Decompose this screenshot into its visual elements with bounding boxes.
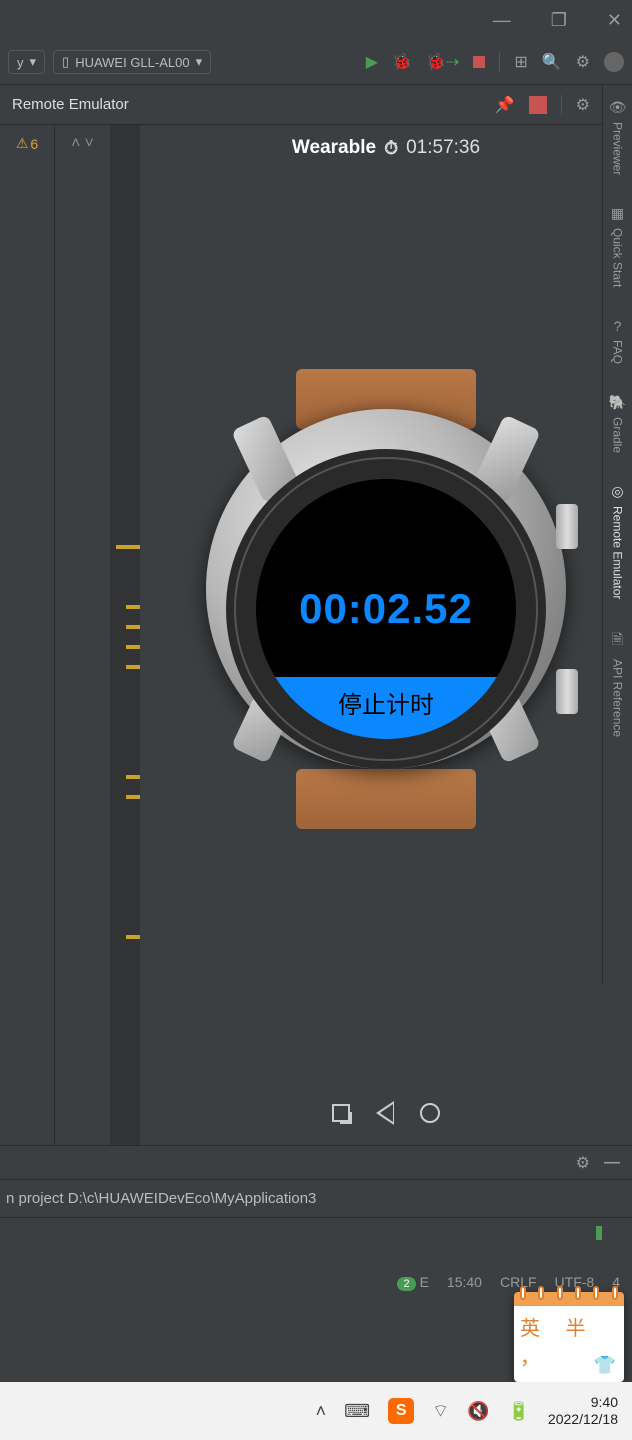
volume-muted-icon[interactable]: 🔇: [467, 1401, 489, 1422]
gear-icon[interactable]: ⚙: [576, 95, 590, 115]
phone-icon: ▯: [62, 54, 69, 70]
panel-title: Remote Emulator: [12, 96, 129, 113]
eye-icon: 👁: [609, 99, 627, 116]
progress-area: [0, 1217, 632, 1267]
next-highlight-button[interactable]: ˅: [85, 135, 94, 153]
chevron-down-icon: ▾: [196, 54, 203, 70]
keyboard-icon[interactable]: ⌨: [344, 1401, 370, 1422]
window-controls: — ❐ ✕: [0, 0, 632, 40]
tray-overflow-button[interactable]: ˄: [316, 1401, 327, 1422]
session-time: 01:57:36: [406, 137, 480, 159]
right-tool-sidebar: 👁Previewer ▦Quick Start ?FAQ 🐘Gradle ◎Re…: [602, 85, 632, 985]
panel-footer-tools: ⚙ —: [0, 1145, 632, 1179]
power-button[interactable]: [529, 96, 547, 114]
gradle-icon: 🐘: [609, 394, 626, 411]
tshirt-icon: 👕: [594, 1355, 616, 1376]
profile-avatar[interactable]: [604, 52, 624, 72]
warning-count: 6: [30, 136, 38, 152]
sogou-ime-icon[interactable]: S: [388, 1398, 414, 1424]
chevron-down-icon: ▾: [30, 54, 37, 70]
windows-taskbar: ˄ ⌨ S ⌔ 🔇 🔋 9:40 2022/12/18: [0, 1382, 632, 1440]
watch-crown-bottom[interactable]: [556, 669, 578, 714]
sidebar-gradle[interactable]: 🐘Gradle: [609, 394, 626, 453]
debug-attach-button[interactable]: 🐞⇢: [426, 52, 459, 72]
device-nav-bar: [332, 1101, 440, 1125]
device-header: Wearable ⏱ 01:57:36: [292, 137, 480, 159]
sidebar-faq[interactable]: ?FAQ: [611, 318, 625, 364]
marker: [126, 935, 140, 939]
clock-date: 2022/12/18: [548, 1411, 618, 1428]
gear-icon[interactable]: ⚙: [576, 1153, 590, 1173]
sync-icon[interactable]: ⊞: [514, 52, 527, 72]
emulator-icon: ◎: [611, 483, 623, 500]
marker: [126, 605, 140, 609]
marker: [126, 625, 140, 629]
close-button[interactable]: ✕: [607, 10, 622, 31]
prev-highlight-button[interactable]: ˄: [71, 135, 80, 153]
grid-icon: ▦: [611, 205, 624, 222]
battery-icon[interactable]: 🔋: [508, 1401, 530, 1422]
sidebar-remote-emulator[interactable]: ◎Remote Emulator: [611, 483, 625, 599]
stopwatch-display: 00:02.52: [299, 585, 473, 633]
emulator-panel-header: Remote Emulator 📌 ⚙ —: [0, 85, 632, 125]
search-icon[interactable]: 🔍: [542, 52, 562, 72]
nav-arrows: ˄ ˅: [55, 125, 110, 1145]
log-text: n project D:\c\HUAWEIDevEco\MyApplicatio…: [6, 1190, 316, 1207]
progress-indicator: [596, 1226, 602, 1240]
watch-case: 00:02.52 停止计时: [206, 409, 566, 769]
marker: [126, 795, 140, 799]
stop-button[interactable]: [473, 56, 485, 68]
recents-button[interactable]: [332, 1104, 350, 1122]
minimize-button[interactable]: —: [493, 10, 511, 31]
marker: [116, 545, 140, 549]
settings-icon[interactable]: ⚙: [576, 52, 590, 72]
sidebar-quick-start[interactable]: ▦Quick Start: [611, 205, 625, 287]
ime-widget[interactable]: 英 半 ， 👕: [514, 1292, 624, 1382]
editor-minimap[interactable]: [110, 125, 140, 1145]
config-label: y: [17, 55, 24, 70]
ime-mode-label: 英 半: [520, 1312, 618, 1341]
home-button[interactable]: [420, 1103, 440, 1123]
back-button[interactable]: [376, 1101, 394, 1125]
run-button[interactable]: ▶: [366, 52, 378, 72]
sidebar-api-reference[interactable]: 🗎API Reference: [611, 629, 625, 737]
problems-gutter: ⚠6: [0, 125, 55, 1145]
config-dropdown[interactable]: y ▾: [8, 50, 45, 74]
sidebar-previewer[interactable]: 👁Previewer: [609, 99, 627, 175]
marker: [126, 645, 140, 649]
build-log: n project D:\c\HUAWEIDevEco\MyApplicatio…: [0, 1179, 632, 1217]
maximize-button[interactable]: ❐: [551, 10, 567, 31]
device-label: HUAWEI GLL-AL00: [75, 55, 189, 70]
event-log-button[interactable]: 2E: [397, 1274, 428, 1290]
event-count-badge: 2: [397, 1277, 415, 1291]
timer-icon: ⏱: [384, 138, 398, 159]
main-content: ⚠6 ˄ ˅ Wearable ⏱ 01:57:36: [0, 125, 632, 1145]
watch-device: 00:02.52 停止计时: [206, 389, 566, 809]
stop-timer-button[interactable]: 停止计时: [256, 677, 516, 739]
collapse-button[interactable]: —: [604, 1154, 620, 1172]
main-toolbar: y ▾ ▯ HUAWEI GLL-AL00 ▾ ▶ 🐞 🐞⇢ ⊞ 🔍 ⚙: [0, 40, 632, 85]
debug-button[interactable]: 🐞: [392, 52, 412, 72]
separator: [561, 95, 562, 115]
clock-time: 9:40: [548, 1394, 618, 1411]
marker: [126, 665, 140, 669]
device-dropdown[interactable]: ▯ HUAWEI GLL-AL00 ▾: [53, 50, 211, 74]
wifi-icon[interactable]: ⌔: [432, 1400, 449, 1423]
warning-indicator[interactable]: ⚠6: [16, 135, 38, 152]
watch-screen[interactable]: 00:02.52 停止计时: [256, 479, 516, 739]
pin-icon[interactable]: 📌: [495, 95, 515, 115]
watch-crown-top[interactable]: [556, 504, 578, 549]
separator: [499, 52, 500, 72]
stop-button-label: 停止计时: [338, 685, 434, 720]
cursor-position[interactable]: 15:40: [447, 1274, 482, 1290]
watch-strap-bottom: [296, 769, 476, 829]
emulator-viewport: Wearable ⏱ 01:57:36 00:02.52 停止计时: [140, 125, 632, 1145]
doc-icon: 🗎: [612, 629, 623, 653]
device-name: Wearable: [292, 137, 376, 159]
marker: [126, 775, 140, 779]
system-clock[interactable]: 9:40 2022/12/18: [548, 1394, 618, 1428]
faq-icon: ?: [614, 318, 622, 334]
